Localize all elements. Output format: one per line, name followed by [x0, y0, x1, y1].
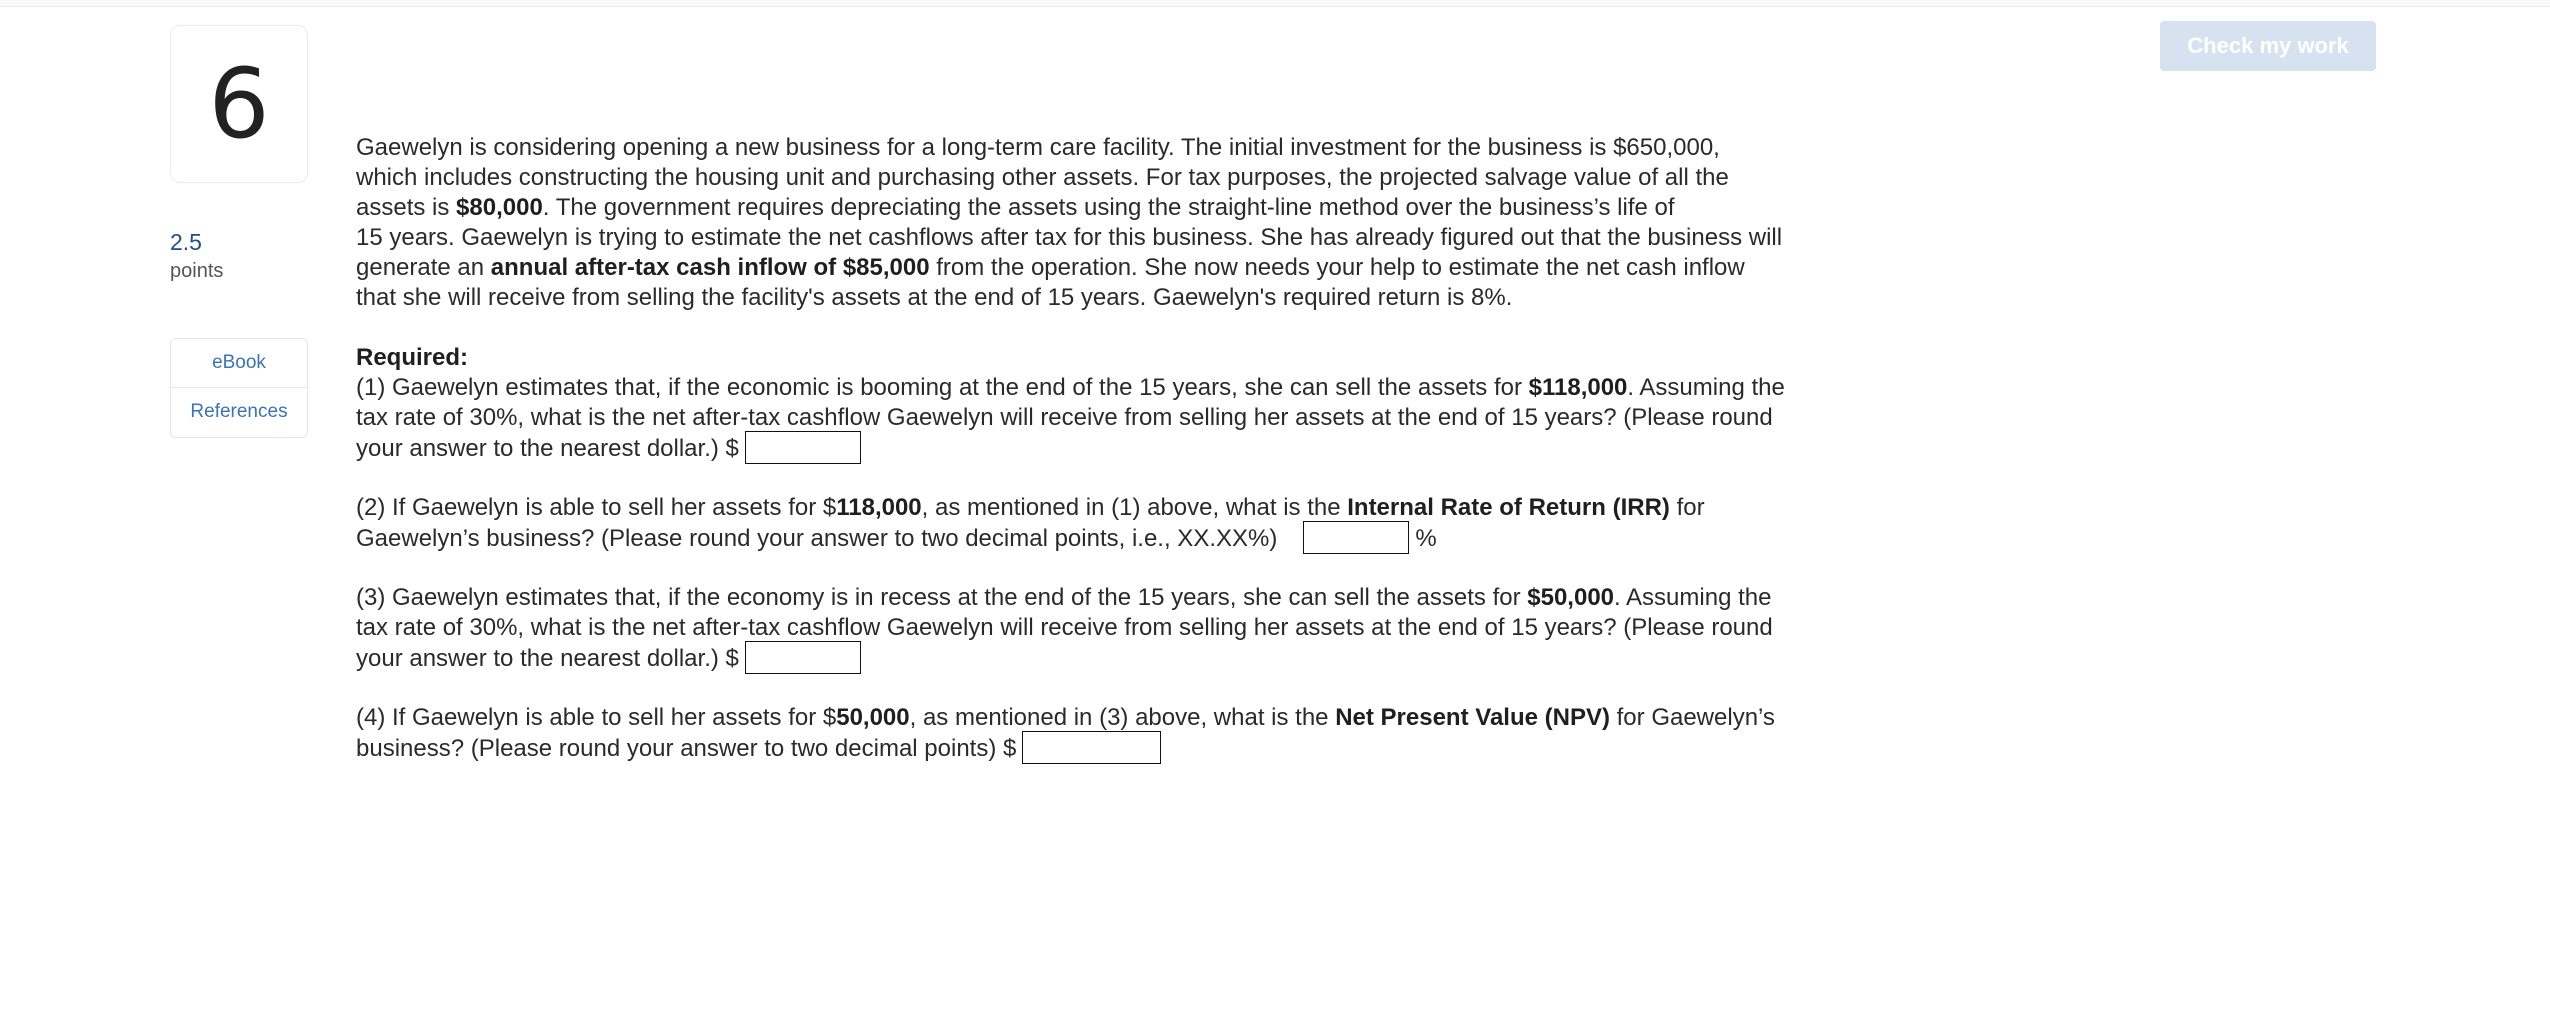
- problem-line: 15 years. Gaewelyn is trying to estimate…: [356, 223, 1956, 253]
- text: . Assuming the: [1614, 584, 1772, 611]
- top-bar: [0, 0, 2550, 7]
- part-line: tax rate of 30%, what is the net after-t…: [356, 403, 1956, 433]
- bold-text: $118,000: [1528, 374, 1628, 401]
- problem-line: assets is $80,000. The government requir…: [356, 193, 1956, 223]
- references-link[interactable]: References: [171, 387, 307, 436]
- part-line: your answer to the nearest dollar.) $: [356, 641, 1956, 674]
- required-parts: (1) Gaewelyn estimates that, if the econ…: [356, 373, 1956, 764]
- part-line: (2) If Gaewelyn is able to sell her asse…: [356, 493, 1956, 523]
- part-line: business? (Please round your answer to t…: [356, 731, 1956, 764]
- text: for: [1669, 494, 1705, 521]
- text: Gaewelyn is considering opening a new bu…: [356, 134, 1720, 161]
- text: tax rate of 30%, what is the net after-t…: [356, 614, 1773, 641]
- problem-line: generate an annual after-tax cash inflow…: [356, 253, 1956, 283]
- question-content: Gaewelyn is considering opening a new bu…: [356, 133, 1956, 764]
- problem-line: Gaewelyn is considering opening a new bu…: [356, 133, 1956, 163]
- part-1: (1) Gaewelyn estimates that, if the econ…: [356, 373, 1956, 464]
- part-line: (4) If Gaewelyn is able to sell her asse…: [356, 703, 1956, 733]
- text: (3) Gaewelyn estimates that, if the econ…: [356, 584, 1528, 611]
- answer-input-2[interactable]: [1303, 521, 1410, 554]
- problem-line: which includes constructing the housing …: [356, 163, 1956, 193]
- text: Gaewelyn’s business? (Please round your …: [356, 524, 1278, 552]
- bold-text: $80,000: [456, 194, 543, 221]
- required-heading: Required:: [356, 344, 469, 371]
- problem-line: that she will receive from selling the f…: [356, 283, 1956, 313]
- ebook-link[interactable]: eBook: [171, 339, 307, 387]
- bold-text: $50,000: [1527, 584, 1615, 611]
- text: . The government requires depreciating t…: [542, 194, 1675, 221]
- text: from the operation. She now needs your h…: [929, 254, 1745, 281]
- answer-input-4[interactable]: [1022, 731, 1162, 764]
- part-line: (1) Gaewelyn estimates that, if the econ…: [356, 373, 1956, 403]
- bold-text: Internal Rate of Return (IRR): [1347, 494, 1670, 521]
- points-label: points: [170, 260, 224, 282]
- text: tax rate of 30%, what is the net after-t…: [356, 404, 1773, 431]
- part-4: (4) If Gaewelyn is able to sell her asse…: [356, 703, 1956, 764]
- resources-panel: eBook References: [170, 338, 308, 438]
- text: assets is: [356, 194, 457, 221]
- unit-label: %: [1415, 524, 1437, 552]
- part-line: your answer to the nearest dollar.) $: [356, 431, 1956, 464]
- text: that she will receive from selling the f…: [356, 284, 1513, 311]
- answer-input-1[interactable]: [744, 431, 861, 464]
- text: which includes constructing the housing …: [356, 164, 1729, 191]
- text: your answer to the nearest dollar.) $: [356, 434, 739, 462]
- part-2: (2) If Gaewelyn is able to sell her asse…: [356, 493, 1956, 554]
- problem-statement: Gaewelyn is considering opening a new bu…: [356, 133, 1956, 313]
- bold-text: annual after-tax cash inflow of $85,000: [490, 254, 930, 281]
- part-line: Gaewelyn’s business? (Please round your …: [356, 521, 1956, 554]
- points-value: 2.5: [170, 229, 202, 255]
- part-line: (3) Gaewelyn estimates that, if the econ…: [356, 583, 1956, 613]
- text: (2) If Gaewelyn is able to sell her asse…: [356, 494, 837, 521]
- text: , as mentioned in (1) above, what is the: [921, 494, 1348, 521]
- text: , as mentioned in (3) above, what is the: [909, 704, 1336, 731]
- question-number: 6: [208, 48, 270, 160]
- part-line: tax rate of 30%, what is the net after-t…: [356, 613, 1956, 643]
- answer-input-3[interactable]: [744, 641, 861, 674]
- text: for Gaewelyn’s: [1609, 704, 1775, 731]
- bold-text: 50,000: [836, 704, 910, 731]
- check-my-work-button[interactable]: Check my work: [2160, 21, 2376, 71]
- text: . Assuming the: [1627, 374, 1785, 401]
- question-number-box: 6: [170, 25, 308, 183]
- bold-text: Net Present Value (NPV): [1335, 704, 1610, 731]
- text: your answer to the nearest dollar.) $: [356, 644, 739, 672]
- text: (1) Gaewelyn estimates that, if the econ…: [356, 374, 1529, 401]
- part-3: (3) Gaewelyn estimates that, if the econ…: [356, 583, 1956, 674]
- text: 15 years. Gaewelyn is trying to estimate…: [356, 224, 1783, 251]
- text: generate an: [356, 254, 491, 281]
- text: business? (Please round your answer to t…: [356, 734, 1017, 762]
- text: (4) If Gaewelyn is able to sell her asse…: [356, 704, 837, 731]
- bold-text: 118,000: [836, 494, 922, 521]
